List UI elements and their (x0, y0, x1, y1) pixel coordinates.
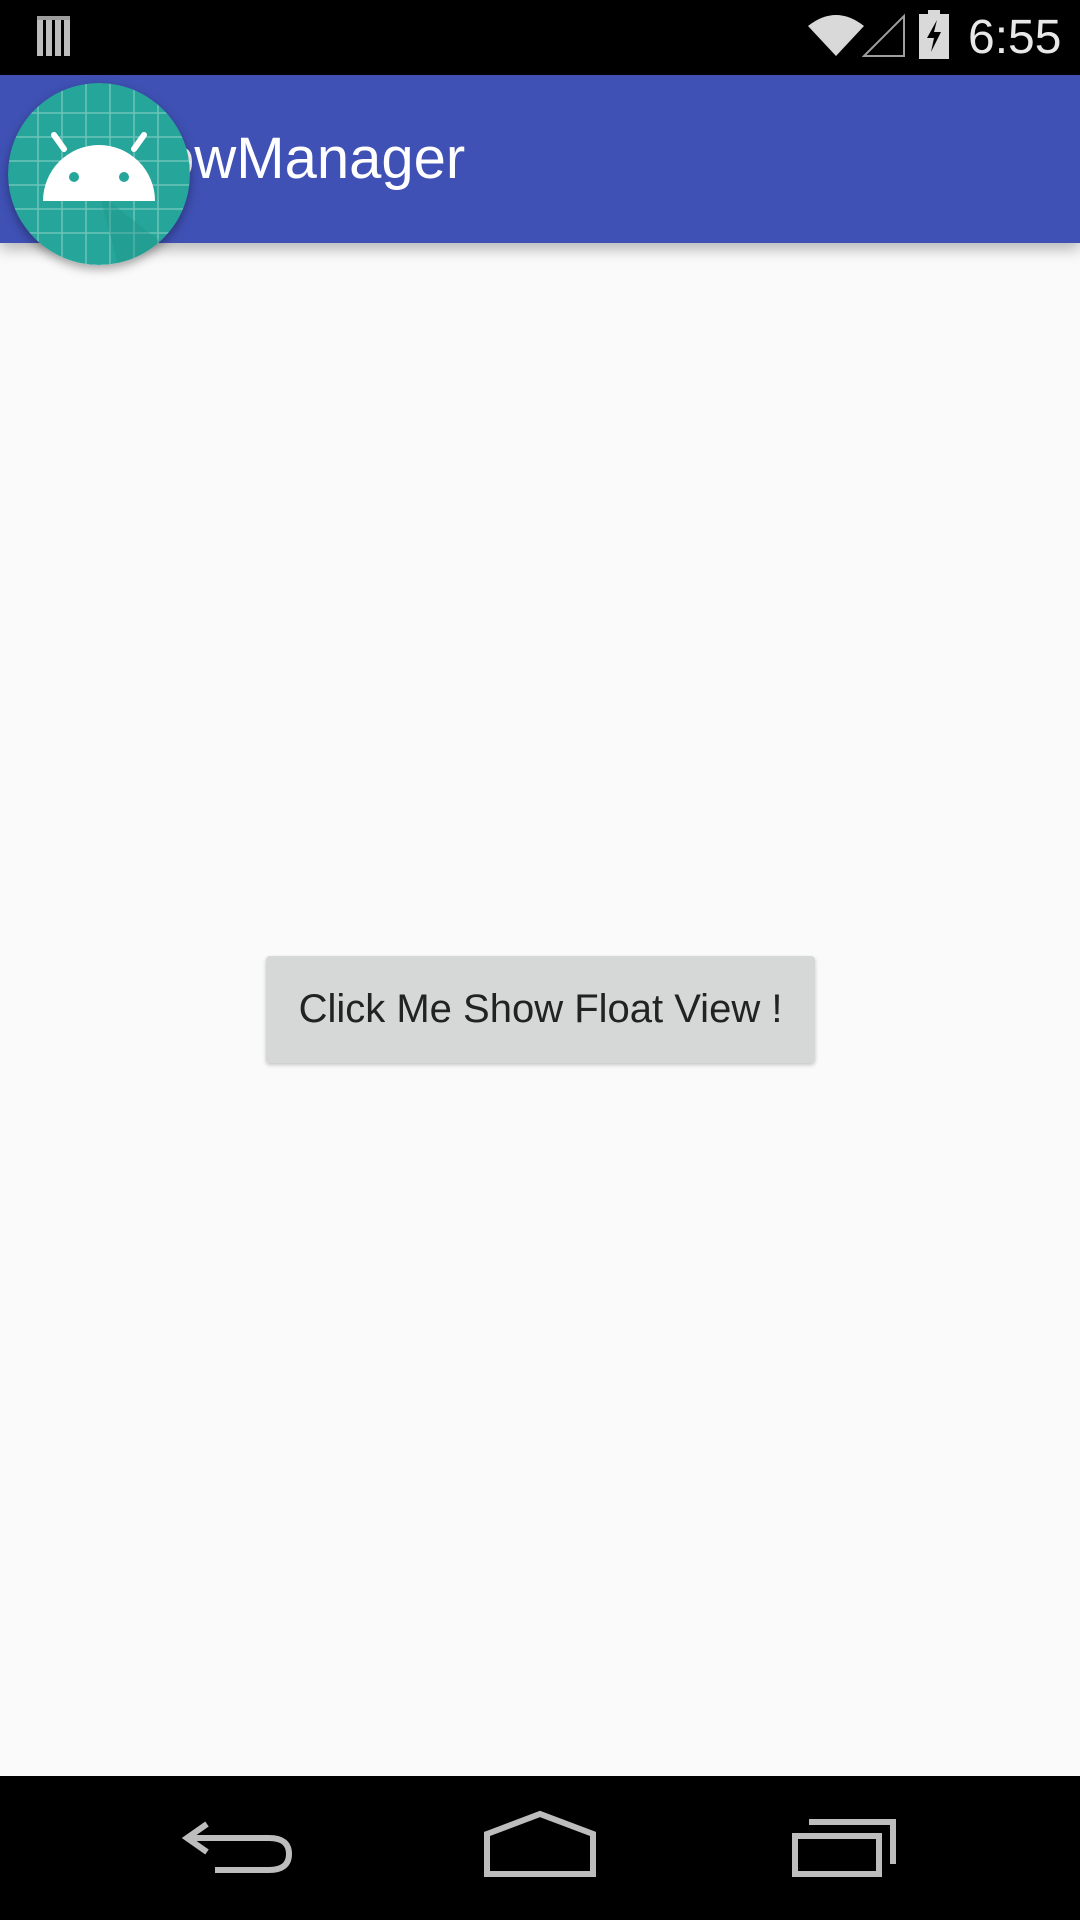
status-bar: 6:55 (0, 0, 1080, 75)
floating-view[interactable] (8, 83, 190, 265)
status-clock: 6:55 (968, 11, 1062, 64)
app-title: WindowManager (166, 126, 466, 191)
notification-icon (37, 16, 70, 56)
recents-icon[interactable] (783, 1798, 903, 1898)
screen: 6:55 WindowManager (0, 0, 1080, 1920)
wifi-icon (808, 15, 864, 56)
battery-charging-icon (919, 10, 949, 59)
signal-icon (862, 13, 905, 57)
back-icon[interactable] (179, 1798, 299, 1898)
android-launcher-icon (8, 83, 190, 265)
app-title-container: WindowManager (166, 75, 866, 243)
show-float-view-button[interactable]: Click Me Show Float View ! (266, 956, 815, 1063)
navigation-bar (0, 1776, 1080, 1920)
home-icon[interactable] (480, 1798, 600, 1898)
